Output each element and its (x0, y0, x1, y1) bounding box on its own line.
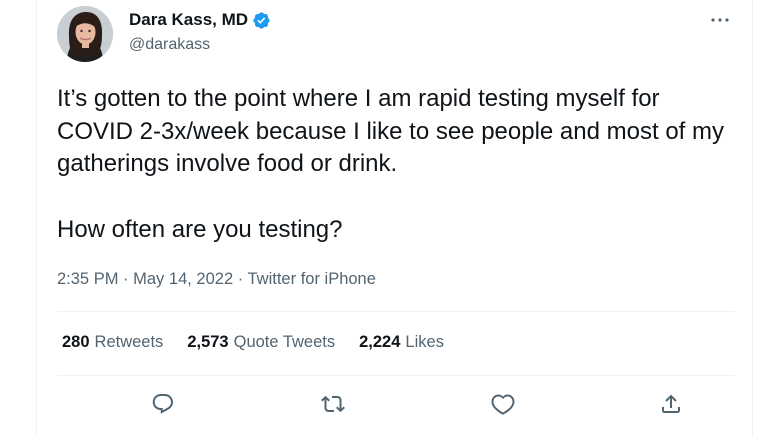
tweet-meta: 2:35 PM · May 14, 2022 · Twitter for iPh… (57, 270, 376, 289)
tweet-time[interactable]: 2:35 PM (57, 270, 118, 288)
more-options-button[interactable] (708, 8, 732, 32)
author-display-name[interactable]: Dara Kass, MD (129, 10, 248, 30)
avatar-image (57, 6, 113, 62)
quote-tweets-stat[interactable]: 2,573 Quote Tweets (187, 333, 335, 352)
tweet-paragraph: How often are you testing? (57, 215, 343, 243)
retweets-count: 280 (62, 333, 90, 351)
tweet-paragraph: It’s gotten to the point where I am rapi… (57, 85, 724, 177)
quote-tweets-label: Quote Tweets (233, 333, 336, 351)
retweet-button[interactable] (319, 390, 347, 418)
author-name-row[interactable]: Dara Kass, MD (129, 10, 271, 30)
avatar[interactable] (57, 6, 113, 62)
likes-label: Likes (405, 333, 444, 351)
heart-icon (491, 394, 515, 415)
like-button[interactable] (489, 390, 517, 418)
meta-separator: · (123, 270, 129, 288)
reply-button[interactable] (149, 390, 177, 418)
retweets-stat[interactable]: 280 Retweets (62, 333, 163, 352)
share-button[interactable] (657, 390, 685, 418)
verified-badge-icon (253, 11, 270, 29)
share-icon (662, 394, 680, 413)
retweets-label: Retweets (94, 333, 164, 351)
author-handle[interactable]: @darakass (129, 36, 210, 54)
meta-separator: · (237, 270, 244, 288)
tweet-actions (57, 384, 734, 424)
likes-count: 2,224 (359, 333, 401, 351)
tweet-text: It’s gotten to the point where I am rapi… (57, 83, 737, 246)
divider (57, 311, 734, 312)
tweet-date[interactable]: May 14, 2022 (133, 270, 233, 288)
retweet-icon (321, 395, 345, 413)
likes-stat[interactable]: 2,224 Likes (359, 333, 444, 352)
tweet-card: Dara Kass, MD @darakass It’s gotten to t… (36, 0, 753, 437)
tweet-stats: 280 Retweets 2,573 Quote Tweets 2,224 Likes (62, 333, 468, 352)
more-horizontal-icon (711, 18, 729, 22)
divider (57, 375, 734, 376)
quote-tweets-count: 2,573 (187, 333, 229, 351)
reply-icon (152, 394, 173, 414)
tweet-source[interactable]: Twitter for iPhone (248, 270, 376, 288)
